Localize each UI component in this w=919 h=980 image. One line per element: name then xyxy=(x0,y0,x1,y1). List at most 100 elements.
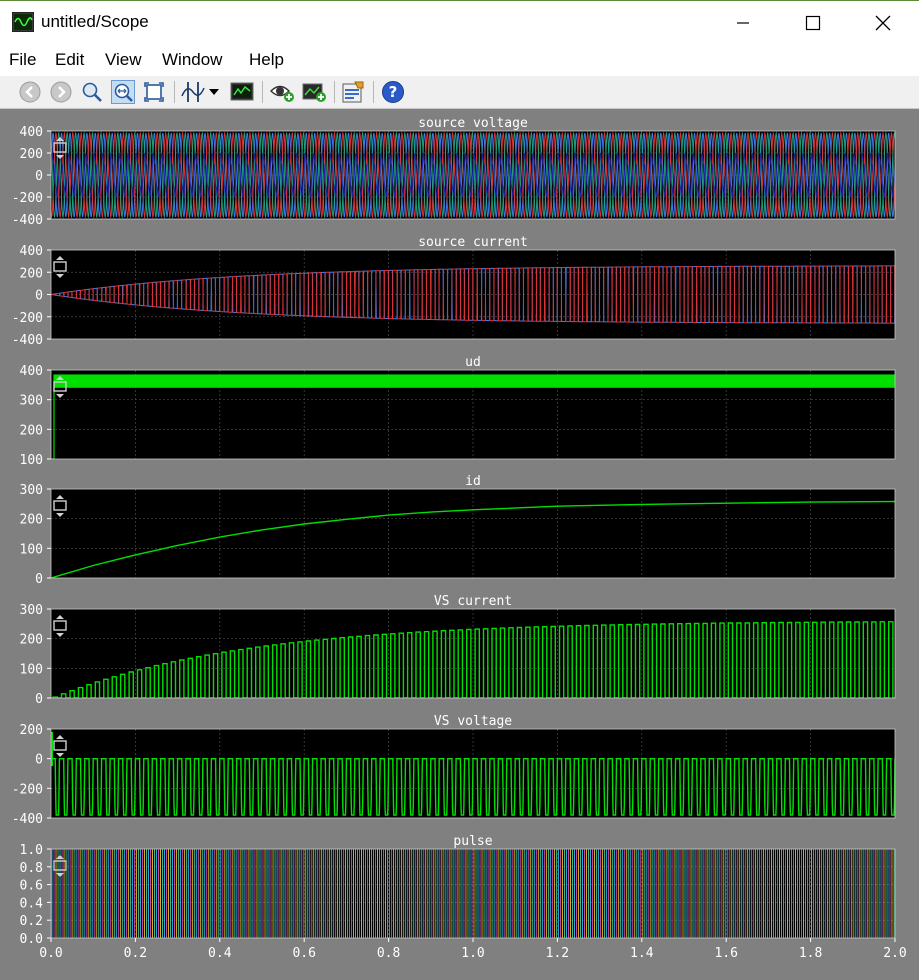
y-tick-label: -200 xyxy=(12,782,43,797)
menu-window[interactable]: Window xyxy=(162,50,222,70)
scope-axes-3[interactable]: 300 200 100 0 id xyxy=(20,474,896,587)
x-tick-label: 1.8 xyxy=(799,946,822,961)
scope-app-icon xyxy=(12,12,34,32)
plot-title: VS voltage xyxy=(434,714,512,729)
close-icon xyxy=(875,15,891,31)
plot-title: id xyxy=(465,474,481,489)
zoom-icon xyxy=(82,82,102,102)
y-tick-label: 300 xyxy=(20,483,43,498)
window-title: untitled/Scope xyxy=(41,12,149,31)
y-tick-label: 0.2 xyxy=(20,914,43,929)
x-tick-label: 0.2 xyxy=(124,946,147,961)
y-tick-label: 0 xyxy=(35,289,43,304)
y-tick-label: 200 xyxy=(20,723,43,738)
x-tick-label: 1.2 xyxy=(546,946,569,961)
toolbar-separator xyxy=(373,81,374,103)
y-tick-label: -200 xyxy=(12,191,43,206)
y-tick-label: 400 xyxy=(20,125,43,140)
highlight-simulink-block-button[interactable] xyxy=(270,80,294,104)
maximize-button[interactable] xyxy=(778,1,848,45)
toolbar-separator xyxy=(334,81,335,103)
y-tick-label: 0.0 xyxy=(20,932,43,947)
plot-title: source current xyxy=(418,235,528,250)
menu-file[interactable]: File xyxy=(9,50,36,70)
x-tick-label: 0.6 xyxy=(292,946,315,961)
title-bar: untitled/Scope xyxy=(0,0,919,44)
y-tick-label: -400 xyxy=(12,213,43,228)
y-tick-label: 0.8 xyxy=(20,861,43,876)
ripple-band xyxy=(54,374,895,388)
zoom-x-button[interactable] xyxy=(111,80,135,104)
y-tick-label: 100 xyxy=(20,453,43,468)
forward-icon xyxy=(50,81,72,103)
menu-view[interactable]: View xyxy=(105,50,142,70)
x-tick-label: 1.0 xyxy=(461,946,484,961)
signal-selector-button[interactable] xyxy=(302,80,326,104)
zoom-axes-button[interactable] xyxy=(142,80,166,104)
scope-plot-area[interactable]: 400 200 0 -200 -400 source voltage 400 200 0 -200… xyxy=(0,109,919,980)
y-tick-label: 0.4 xyxy=(20,896,44,911)
style-button[interactable] xyxy=(341,80,365,104)
x-tick-label: 0.0 xyxy=(39,946,62,961)
back-button[interactable] xyxy=(18,80,42,104)
zoom-axes-icon xyxy=(144,82,164,102)
series-line-vs-voltage xyxy=(51,758,895,816)
y-tick-label: 100 xyxy=(20,542,43,557)
y-tick-label: 0 xyxy=(35,169,43,184)
y-tick-label: 300 xyxy=(20,394,43,409)
signal-statistics-button[interactable] xyxy=(230,80,254,104)
cursor-measurement-dropdown[interactable] xyxy=(207,80,221,104)
y-tick-label: -400 xyxy=(12,333,43,348)
scope-axes-4[interactable]: 300 200 100 0 VS current xyxy=(20,594,896,707)
y-tick-label: 1.0 xyxy=(20,843,43,858)
y-tick-label: -200 xyxy=(12,311,43,326)
style-icon xyxy=(342,81,364,103)
menu-help[interactable]: Help xyxy=(249,50,284,70)
x-tick-label: 1.4 xyxy=(630,946,654,961)
y-tick-label: 400 xyxy=(20,364,43,379)
toolbar: ? xyxy=(0,76,919,109)
maximize-icon xyxy=(805,15,821,31)
y-tick-label: 400 xyxy=(20,244,43,259)
zoom-x-icon xyxy=(114,83,133,102)
plot-data xyxy=(51,131,895,219)
toolbar-separator xyxy=(262,81,263,103)
plot-title: VS current xyxy=(434,594,512,609)
close-button[interactable] xyxy=(848,1,918,45)
scope-axes-0[interactable]: 400 200 0 -200 -400 source voltage xyxy=(12,116,896,228)
highlight-simulink-block-icon xyxy=(270,85,294,102)
back-icon xyxy=(19,81,41,103)
cursor-measurement-button[interactable] xyxy=(181,80,205,104)
y-tick-label: 200 xyxy=(20,147,43,162)
scope-axes-5[interactable]: 200 0 -200 -400 VS voltage xyxy=(12,714,896,827)
y-tick-label: -400 xyxy=(12,812,43,827)
y-tick-label: 200 xyxy=(20,266,43,281)
y-tick-label: 100 xyxy=(20,662,43,677)
x-tick-label: 1.6 xyxy=(714,946,737,961)
help-icon: ? xyxy=(382,81,404,103)
x-tick-label: 2.0 xyxy=(883,946,906,961)
menu-bar: File Edit View Window Help xyxy=(0,44,919,76)
plot-title: pulse xyxy=(453,834,492,849)
y-tick-label: 200 xyxy=(20,633,43,648)
plot-title: source voltage xyxy=(418,116,528,131)
minimize-button[interactable] xyxy=(708,1,778,45)
minimize-icon xyxy=(737,22,749,24)
scope-axes-6[interactable]: 1.0 0.8 0.6 0.4 0.2 0.0 pulse 0.0 0.2 0.4 0.6 0.8 1.… xyxy=(20,834,907,961)
menu-edit[interactable]: Edit xyxy=(55,50,84,70)
forward-button[interactable] xyxy=(49,80,73,104)
plot-title: ud xyxy=(465,355,481,370)
x-tick-label: 0.4 xyxy=(208,946,232,961)
y-tick-label: 300 xyxy=(20,603,43,618)
scope-axes-2[interactable]: 400 300 200 100 ud xyxy=(20,355,896,468)
y-tick-label: 0 xyxy=(35,753,43,768)
help-glyph: ? xyxy=(389,83,398,101)
y-tick-label: 0.6 xyxy=(20,879,43,894)
scope-axes-1[interactable]: 400 200 0 -200 -400 source current xyxy=(12,235,896,348)
help-button[interactable]: ? xyxy=(381,80,405,104)
y-tick-label: 200 xyxy=(20,423,43,438)
dropdown-arrow-icon xyxy=(209,89,219,95)
x-tick-label: 0.8 xyxy=(377,946,400,961)
zoom-button[interactable] xyxy=(80,80,104,104)
y-tick-label: 0 xyxy=(35,692,43,707)
